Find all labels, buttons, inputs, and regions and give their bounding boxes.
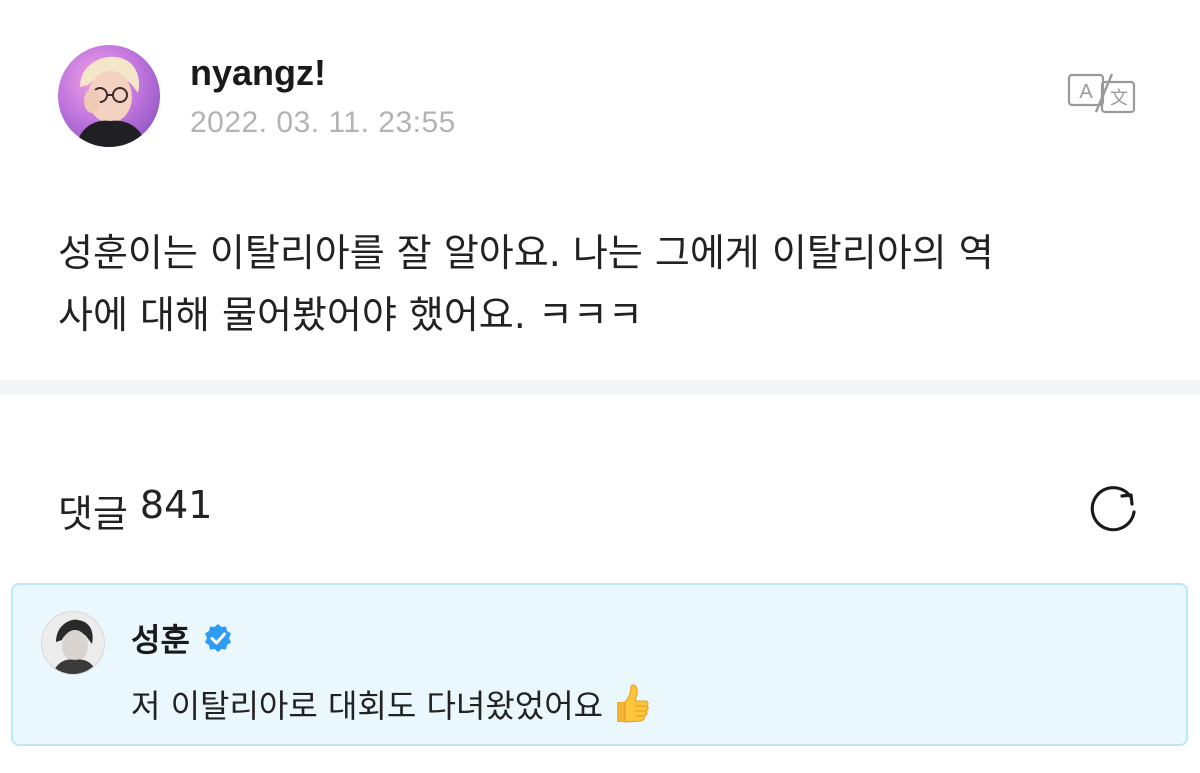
comments-count: 841 <box>139 482 213 527</box>
verified-badge-icon <box>204 624 231 652</box>
author-name[interactable]: nyangz! <box>190 52 456 94</box>
translate-icon: A 文 <box>1067 73 1136 114</box>
svg-text:文: 文 <box>1110 88 1128 109</box>
post-date: 2022. 03. 11. 23:55 <box>190 106 456 139</box>
comments-header: 댓글 841 <box>58 482 1142 538</box>
comments-title: 댓글 841 <box>58 483 212 538</box>
comments-label: 댓글 <box>58 491 128 536</box>
comment-text-body: 저 이탈리아로 대회도 다녀왔었어요 <box>131 687 604 725</box>
post-body-line-2: 사에 대해 물어봤어야 했어요. ㅋㅋㅋ <box>58 293 643 337</box>
pinned-comment[interactable]: 성훈 저 이탈리아로 대회도 다녀왔었어요 <box>11 583 1188 746</box>
refresh-button[interactable] <box>1086 482 1142 538</box>
thumbs-up-icon <box>617 684 649 723</box>
author-block: nyangz! 2022. 03. 11. 23:55 <box>190 52 456 140</box>
author-avatar-image <box>76 56 146 147</box>
svg-text:A: A <box>1079 81 1093 103</box>
author-avatar[interactable] <box>58 45 160 147</box>
translate-button[interactable]: A 文 <box>1066 70 1138 116</box>
section-divider <box>0 380 1200 395</box>
comment-author-avatar[interactable] <box>41 611 105 675</box>
refresh-icon <box>1090 486 1136 532</box>
comment-avatar-image <box>42 612 104 674</box>
comment-text: 저 이탈리아로 대회도 다녀왔었어요 <box>131 681 651 727</box>
comment-author-name[interactable]: 성훈 <box>131 615 190 661</box>
comment-author: 성훈 <box>131 615 234 661</box>
post-header: nyangz! 2022. 03. 11. 23:55 <box>58 45 456 147</box>
post-body: 성훈이는 이탈리아를 잘 알아요. 나는 그에게 이탈리아의 역 사에 대해 물… <box>58 222 1148 346</box>
post-body-line-1: 성훈이는 이탈리아를 잘 알아요. 나는 그에게 이탈리아의 역 <box>58 231 994 275</box>
